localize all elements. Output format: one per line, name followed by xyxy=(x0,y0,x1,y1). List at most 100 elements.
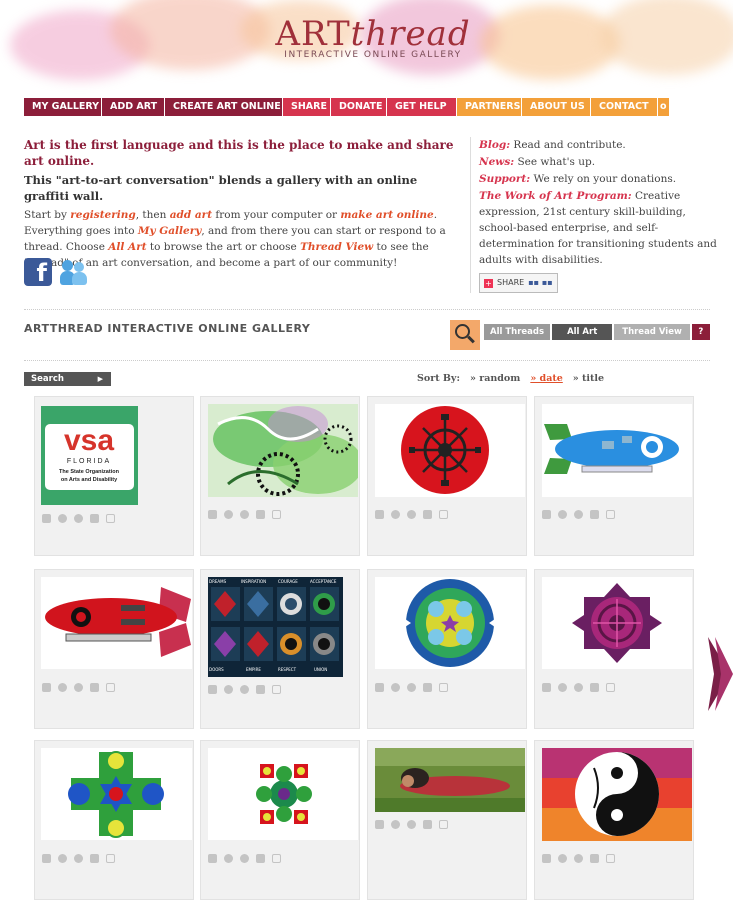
shirt-icon[interactable] xyxy=(439,510,448,519)
frame-icon[interactable] xyxy=(423,510,432,519)
frame-icon[interactable] xyxy=(423,820,432,829)
comment-icon[interactable] xyxy=(74,683,83,692)
thread-view-link[interactable]: Thread View xyxy=(300,241,373,253)
frame-icon[interactable] xyxy=(590,510,599,519)
red-wheel-art-thumbnail[interactable] xyxy=(375,404,525,497)
copy-icon[interactable] xyxy=(42,514,51,523)
heart-icon[interactable] xyxy=(224,854,233,863)
comment-icon[interactable] xyxy=(240,685,249,694)
copy-icon[interactable] xyxy=(42,854,51,863)
view-all-art[interactable]: All Art xyxy=(552,324,613,340)
frame-icon[interactable] xyxy=(590,854,599,863)
gallery-card[interactable] xyxy=(534,396,694,556)
blog-link[interactable]: Blog: xyxy=(479,139,510,151)
copy-icon[interactable] xyxy=(42,683,51,692)
community-icon[interactable] xyxy=(60,258,88,286)
next-page-arrow-icon[interactable] xyxy=(708,637,733,711)
heart-icon[interactable] xyxy=(558,854,567,863)
gallery-card[interactable] xyxy=(534,740,694,900)
heart-icon[interactable] xyxy=(58,514,67,523)
frame-icon[interactable] xyxy=(423,683,432,692)
copy-icon[interactable] xyxy=(375,683,384,692)
comment-icon[interactable] xyxy=(574,510,583,519)
view-all-threads[interactable]: All Threads xyxy=(484,324,551,340)
nav-get-help[interactable]: GET HELP xyxy=(387,98,457,116)
heart-icon[interactable] xyxy=(558,510,567,519)
frame-icon[interactable] xyxy=(256,510,265,519)
comment-icon[interactable] xyxy=(574,683,583,692)
comment-icon[interactable] xyxy=(240,510,249,519)
nav-share[interactable]: SHARE xyxy=(283,98,331,116)
view-thread-view[interactable]: Thread View xyxy=(614,324,690,340)
my-gallery-link[interactable]: My Gallery xyxy=(138,225,201,237)
blue-airship-thumbnail[interactable] xyxy=(542,404,692,497)
copy-icon[interactable] xyxy=(208,685,217,694)
gallery-card[interactable] xyxy=(534,569,694,729)
blue-green-mandala-thumbnail[interactable] xyxy=(375,577,525,669)
site-logo[interactable]: ARTthread INTERACTIVE ONLINE GALLERY xyxy=(258,14,488,60)
program-link[interactable]: The Work of Art Program: xyxy=(479,190,632,202)
nav-create-art-online[interactable]: CREATE ART ONLINE xyxy=(165,98,283,116)
yin-yang-art-thumbnail[interactable] xyxy=(542,748,692,841)
facebook-icon[interactable]: f xyxy=(24,258,52,286)
shirt-icon[interactable] xyxy=(606,854,615,863)
gallery-card[interactable] xyxy=(34,740,194,900)
shirt-icon[interactable] xyxy=(106,514,115,523)
copy-icon[interactable] xyxy=(542,510,551,519)
heart-icon[interactable] xyxy=(391,683,400,692)
search-button[interactable]: Search ▶ xyxy=(24,372,111,386)
comment-icon[interactable] xyxy=(74,514,83,523)
all-art-link[interactable]: All Art xyxy=(108,241,146,253)
nav-my-gallery[interactable]: MY GALLERY xyxy=(24,98,102,116)
red-airship-thumbnail[interactable] xyxy=(41,577,192,669)
shirt-icon[interactable] xyxy=(606,683,615,692)
sort-random[interactable]: » random xyxy=(470,373,520,384)
gallery-card[interactable] xyxy=(367,396,527,556)
gallery-card[interactable]: vsa FLORIDA The State Organization on Ar… xyxy=(34,396,194,556)
heart-icon[interactable] xyxy=(224,510,233,519)
frame-icon[interactable] xyxy=(90,514,99,523)
nav-add-art[interactable]: ADD ART xyxy=(102,98,165,116)
nav-contact[interactable]: CONTACT xyxy=(591,98,658,116)
frame-icon[interactable] xyxy=(90,854,99,863)
heart-icon[interactable] xyxy=(224,685,233,694)
add-art-link[interactable]: add art xyxy=(170,209,212,221)
zoom-out-icon[interactable] xyxy=(450,320,480,350)
comment-icon[interactable] xyxy=(74,854,83,863)
heart-icon[interactable] xyxy=(391,510,400,519)
copy-icon[interactable] xyxy=(542,683,551,692)
support-link[interactable]: Support: xyxy=(479,173,530,185)
nav-partners[interactable]: PARTNERS xyxy=(457,98,522,116)
purple-star-mandala-thumbnail[interactable] xyxy=(542,577,692,669)
frame-icon[interactable] xyxy=(256,685,265,694)
copy-icon[interactable] xyxy=(208,510,217,519)
copy-icon[interactable] xyxy=(375,820,384,829)
sort-title[interactable]: » title xyxy=(573,373,604,384)
woman-on-grass-photo-thumbnail[interactable] xyxy=(375,748,525,812)
copy-icon[interactable] xyxy=(542,854,551,863)
gallery-card[interactable] xyxy=(34,569,194,729)
shirt-icon[interactable] xyxy=(439,820,448,829)
comment-icon[interactable] xyxy=(407,683,416,692)
green-swirl-art-thumbnail[interactable] xyxy=(208,404,358,497)
frame-icon[interactable] xyxy=(256,854,265,863)
shirt-icon[interactable] xyxy=(272,854,281,863)
green-cross-mandala-thumbnail[interactable] xyxy=(41,748,192,840)
comment-icon[interactable] xyxy=(407,820,416,829)
help-button[interactable]: ? xyxy=(691,324,710,340)
shirt-icon[interactable] xyxy=(272,685,281,694)
gallery-card[interactable] xyxy=(200,740,360,900)
shirt-icon[interactable] xyxy=(606,510,615,519)
shirt-icon[interactable] xyxy=(106,683,115,692)
shirt-icon[interactable] xyxy=(106,854,115,863)
nav-more[interactable]: o xyxy=(658,98,670,116)
news-link[interactable]: News: xyxy=(479,156,514,168)
tiles-grid-art-thumbnail[interactable]: DREAMS INSPIRATION COURAGE ACCEPTANCE DO… xyxy=(208,577,343,677)
heart-icon[interactable] xyxy=(58,683,67,692)
gallery-card[interactable] xyxy=(367,569,527,729)
heart-icon[interactable] xyxy=(391,820,400,829)
make-art-online-link[interactable]: make art online xyxy=(340,209,433,221)
sort-date[interactable]: » date xyxy=(530,373,562,384)
frame-icon[interactable] xyxy=(590,683,599,692)
comment-icon[interactable] xyxy=(407,510,416,519)
